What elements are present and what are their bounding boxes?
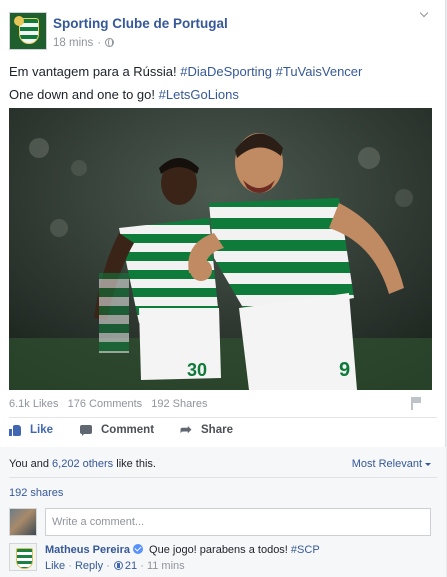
page-name-link[interactable]: Sporting Clube de Portugal: [53, 16, 228, 31]
post-photo[interactable]: 30 9: [9, 108, 432, 390]
commenter-avatar[interactable]: [9, 543, 37, 571]
share-icon: [180, 421, 193, 438]
meta-separator: ·: [106, 560, 110, 572]
post-actions: Like Comment Share: [9, 421, 429, 442]
likes-count-link[interactable]: 6.1k Likes: [9, 398, 59, 410]
verified-badge-icon: [132, 544, 143, 554]
jersey-number-left: 30: [187, 360, 207, 380]
lion-icon: [14, 16, 24, 26]
post-photo-illustration: 30 9: [9, 108, 432, 390]
current-user-avatar: [9, 508, 37, 536]
likes-summary-prefix: You and: [9, 458, 53, 470]
comment-reply-link[interactable]: Reply: [75, 560, 103, 572]
globe-icon: [105, 38, 115, 47]
comment-like-count[interactable]: 21: [125, 560, 137, 572]
like-icon: [9, 424, 22, 436]
post-text-plain-1: Em vantagem para a Rússia!: [9, 64, 181, 79]
comment-input[interactable]: Write a comment...: [45, 508, 431, 536]
comment-hashtag-link[interactable]: #SCP: [291, 544, 320, 556]
jersey-number-right: 9: [339, 359, 350, 381]
post-text: Em vantagem para a Rússia! #DiaDeSportin…: [9, 60, 429, 106]
post-timestamp[interactable]: 18 mins: [53, 37, 93, 49]
chevron-down-icon[interactable]: [419, 10, 429, 20]
post-text-line-2: One down and one to go! #LetsGoLions: [9, 83, 429, 106]
comment-meta: Like · Reply · 21 · 11 mins: [45, 560, 185, 572]
comment-author-link[interactable]: Matheus Pereira: [45, 544, 130, 556]
meta-separator: ·: [68, 560, 72, 572]
hashtag-links-1[interactable]: #DiaDeSporting #TuVaisVencer: [180, 64, 362, 79]
comment-icon: [80, 424, 93, 436]
post-header: Sporting Clube de Portugal 18 mins ·: [9, 10, 429, 54]
others-link[interactable]: 6,202 others: [52, 458, 113, 470]
top-comment: Matheus Pereira Que jogo! parabens a tod…: [45, 544, 320, 556]
meta-separator: ·: [97, 37, 102, 49]
most-relevant-label: Most Relevant: [351, 458, 422, 470]
comment-button-label: Comment: [101, 424, 155, 436]
post-stats: 6.1k Likes 176 Comments 192 Shares: [9, 396, 423, 412]
share-button-label: Share: [201, 424, 233, 436]
like-button[interactable]: Like: [9, 424, 53, 436]
comment-time[interactable]: 11 mins: [147, 560, 185, 572]
post-meta: 18 mins ·: [53, 37, 115, 49]
comment-text-plain: Que jogo! parabens a todos!: [145, 544, 291, 556]
post-text-line-1: Em vantagem para a Rússia! #DiaDeSportin…: [9, 60, 429, 83]
comments-count-link[interactable]: 176 Comments: [68, 398, 143, 410]
likes-summary: You and 6,202 others like this.: [9, 458, 156, 470]
caret-down-icon: [425, 463, 431, 466]
share-button[interactable]: Share: [180, 421, 233, 438]
thumbs-up-icon: [113, 561, 123, 570]
most-relevant-dropdown[interactable]: Most Relevant: [352, 458, 431, 470]
divider: [9, 477, 437, 478]
meta-separator: ·: [140, 560, 144, 572]
divider: [9, 417, 437, 418]
comment-like-link[interactable]: Like: [45, 560, 65, 572]
comment-text: Que jogo! parabens a todos! #SCP: [146, 544, 320, 556]
hashtag-link-2[interactable]: #LetsGoLions: [159, 87, 239, 102]
like-button-label: Like: [30, 424, 54, 436]
post-text-plain-2: One down and one to go!: [9, 87, 159, 102]
comment-button[interactable]: Comment: [80, 424, 154, 436]
shares-count-link[interactable]: 192 Shares: [151, 398, 207, 410]
post-card: Sporting Clube de Portugal 18 mins · Em v…: [0, 0, 446, 577]
page-avatar[interactable]: [9, 12, 47, 50]
shares-link[interactable]: 192 shares: [9, 487, 63, 499]
flag-icon[interactable]: [409, 396, 423, 410]
likes-summary-suffix: like this.: [113, 458, 156, 470]
comment-input-placeholder: Write a comment...: [52, 516, 145, 528]
